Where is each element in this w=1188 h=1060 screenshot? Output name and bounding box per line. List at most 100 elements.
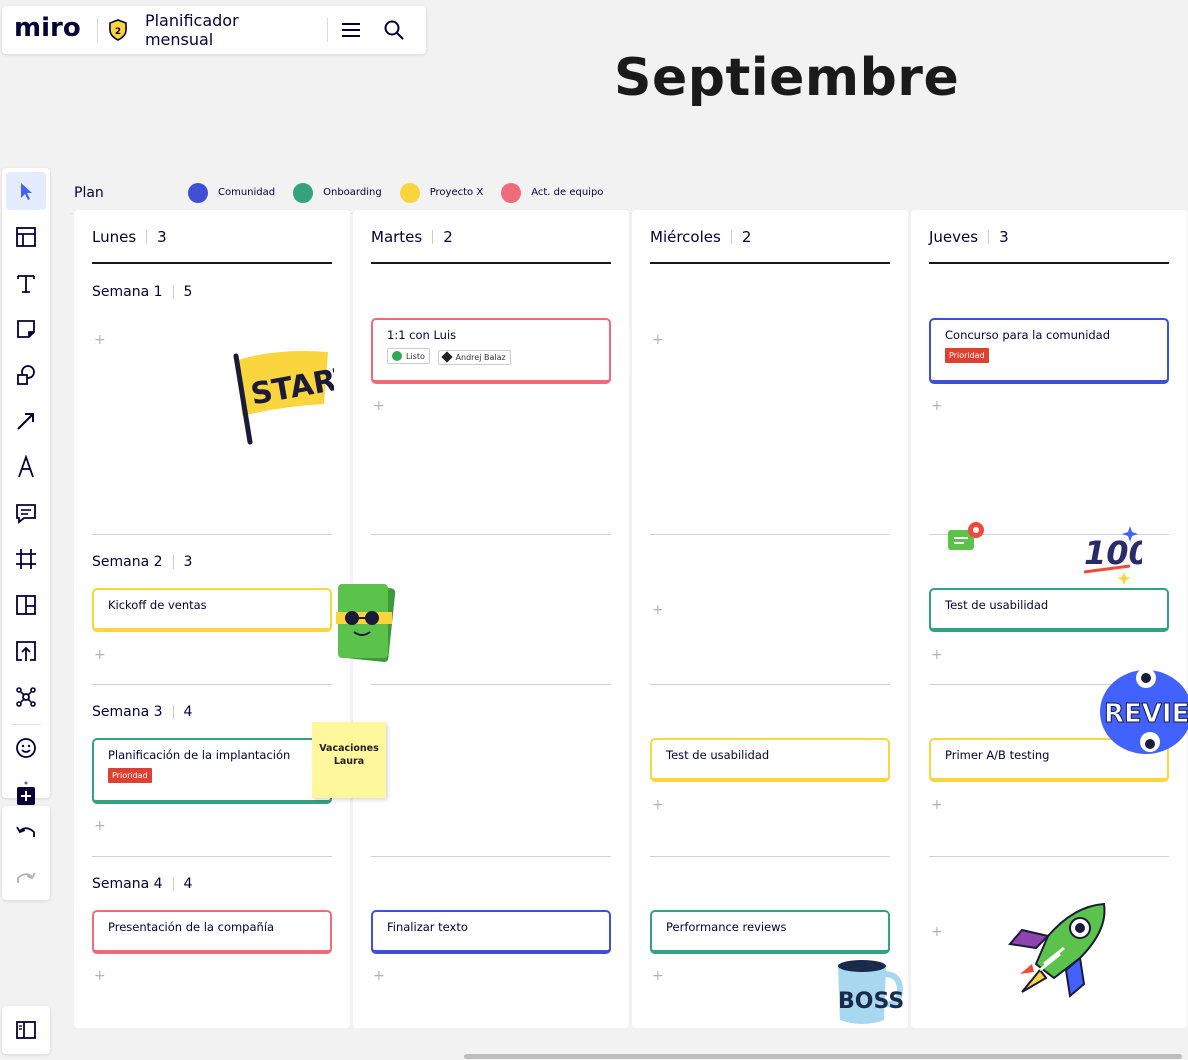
status-label: Listo (406, 351, 425, 361)
board-title[interactable]: Planificador mensual (145, 11, 307, 49)
header-underline (92, 262, 332, 264)
card-kickoff-ventas[interactable]: Kickoff de ventas (92, 588, 332, 632)
more-apps-tool[interactable] (6, 678, 46, 716)
card-1-1-luis[interactable]: 1:1 con Luis Listo Andrej Balaz (371, 318, 611, 384)
divider (172, 555, 174, 569)
card-title: Test de usabilidad (666, 748, 770, 762)
card-concurso-comunidad[interactable]: Concurso para la comunidad Prioridad (929, 318, 1169, 384)
card-performance-reviews[interactable]: Performance reviews (650, 910, 890, 954)
pen-tool[interactable] (6, 448, 46, 486)
text-icon (17, 275, 35, 293)
hundred-sticker[interactable]: 100 (1072, 520, 1142, 586)
legend-item-onboarding: Onboarding (293, 182, 382, 203)
sticky-note[interactable]: Vacaciones Laura (312, 722, 386, 798)
week-label: Semana 3 (92, 704, 163, 720)
upload-icon (16, 641, 36, 661)
review-sticker[interactable]: REVIEW (1098, 664, 1188, 758)
sticky-note-icon (17, 320, 35, 338)
menu-icon[interactable] (340, 18, 363, 42)
add-card-button[interactable]: + (373, 398, 385, 414)
column-miercoles: Miércoles 2 + + Test de usabilidad + Perf… (632, 210, 908, 1028)
week-label: Semana 2 (92, 554, 163, 570)
shapes-tool[interactable] (6, 356, 46, 394)
add-card-button[interactable]: + (652, 797, 664, 813)
add-card-button[interactable]: + (94, 647, 106, 663)
add-card-button[interactable]: + (652, 332, 664, 348)
divider (11, 724, 41, 725)
more-apps-icon (16, 687, 36, 707)
undo-button[interactable] (6, 814, 46, 852)
comment-sticker-icon[interactable] (946, 520, 986, 556)
week-header: Semana 3 4 (92, 704, 192, 720)
add-card-button[interactable]: + (94, 332, 106, 348)
redo-button[interactable] (6, 860, 46, 898)
add-card-button[interactable]: + (931, 797, 943, 813)
legend: Plan Comunidad Onboarding Proyecto X Act… (70, 172, 645, 214)
priority-tag: Prioridad (108, 768, 152, 783)
add-card-button[interactable]: + (373, 968, 385, 984)
miro-logo[interactable]: miro (14, 13, 81, 43)
card-finalizar-texto[interactable]: Finalizar texto (371, 910, 611, 954)
header-underline (371, 262, 611, 264)
day-label: Martes (371, 228, 423, 246)
week-label: Semana 4 (92, 876, 163, 892)
card-planificacion[interactable]: Planificación de la implantación Priorid… (92, 738, 332, 804)
column-lunes: Lunes 3 Semana 1 5 + Semana 2 3 Kickoff de … (74, 210, 350, 1028)
divider (146, 230, 148, 244)
templates-tool[interactable] (6, 218, 46, 256)
kanban-tool[interactable] (6, 586, 46, 624)
legend-item-act-equipo: Act. de equipo (501, 182, 604, 203)
add-card-button[interactable]: + (931, 924, 943, 940)
text-tool[interactable] (6, 264, 46, 302)
week-count: 5 (183, 284, 193, 300)
add-card-button[interactable]: + (931, 398, 943, 414)
week-divider (371, 856, 611, 857)
card-title: Planificación de la implantación (108, 748, 291, 762)
card-presentacion[interactable]: Presentación de la compañía (92, 910, 332, 954)
week-count: 4 (183, 876, 193, 892)
svg-text:REVIEW: REVIEW (1104, 699, 1188, 729)
sticky-note-tool[interactable] (6, 310, 46, 348)
assignee-chip: Andrej Balaz (437, 349, 511, 365)
card-title: Finalizar texto (387, 920, 468, 934)
add-card-button[interactable]: + (94, 968, 106, 984)
panel-toggle[interactable] (2, 1006, 50, 1054)
legend-label: Act. de equipo (531, 187, 604, 198)
legend-dot (501, 182, 522, 203)
svg-text:2: 2 (115, 27, 121, 37)
card-test-usabilidad[interactable]: Test de usabilidad (650, 738, 890, 782)
card-test-usabilidad-jueves[interactable]: Test de usabilidad (929, 588, 1169, 632)
divider (730, 230, 732, 244)
comment-tool[interactable] (6, 494, 46, 532)
plan-badge-icon[interactable]: 2 (108, 19, 129, 41)
week-divider (650, 856, 890, 857)
week-divider (371, 684, 611, 685)
money-sticker[interactable] (332, 582, 400, 664)
rocket-sticker[interactable] (1004, 898, 1116, 1002)
legend-dot (399, 182, 420, 203)
arrow-tool[interactable] (6, 402, 46, 440)
upload-tool[interactable] (6, 632, 46, 670)
week-header: Semana 1 5 (92, 284, 192, 300)
check-icon (392, 351, 402, 361)
search-icon[interactable] (383, 18, 406, 42)
undo-icon (16, 826, 35, 837)
horizontal-scrollbar[interactable] (464, 1054, 1182, 1059)
add-card-button[interactable]: + (94, 818, 106, 834)
week-divider (371, 534, 611, 535)
divider (172, 285, 174, 299)
divider (432, 230, 434, 244)
week-count: 4 (183, 704, 193, 720)
frame-tool[interactable] (6, 540, 46, 578)
select-icon (21, 183, 32, 200)
emoji-tool[interactable] (6, 729, 46, 767)
select-tool[interactable] (6, 172, 46, 210)
add-card-button[interactable]: + (652, 602, 664, 618)
column-header: Jueves 3 (929, 228, 1009, 246)
column-header: Lunes 3 (92, 228, 167, 246)
divider (326, 18, 328, 42)
add-card-button[interactable]: + (931, 647, 943, 663)
boss-mug-sticker[interactable]: BOSS (832, 952, 904, 1028)
add-card-button[interactable]: + (652, 968, 664, 984)
start-flag-sticker[interactable]: START (228, 346, 334, 446)
